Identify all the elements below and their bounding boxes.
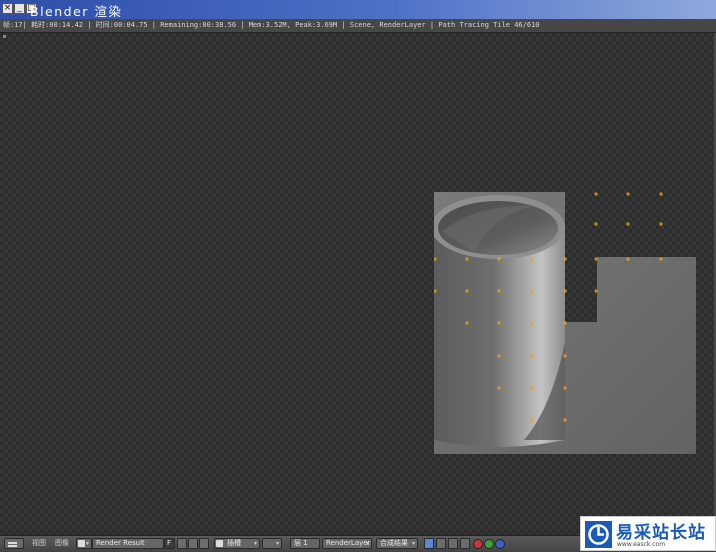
new-image-icon[interactable] (177, 538, 187, 549)
image-menu[interactable]: 图像 (55, 538, 69, 549)
render-layer-dropdown[interactable]: RenderLayer ▾ (322, 538, 372, 549)
view-menu[interactable]: 视图 (32, 538, 46, 549)
pass-dropdown[interactable]: 合成结果 ▾ (376, 538, 418, 549)
fake-user-toggle[interactable]: F (164, 538, 175, 549)
viewport-corner-mark (3, 35, 6, 38)
draw-alpha-icon[interactable] (448, 538, 458, 549)
pass-label: 合成结果 (380, 539, 408, 547)
window-close-icon[interactable]: × (2, 3, 13, 14)
window-title: Blender 渲染 (30, 4, 123, 19)
layer-field[interactable]: 层 1 (290, 538, 320, 549)
watermark-text: 易采站长站 (616, 523, 706, 543)
image-name-field[interactable]: Render Result (92, 538, 164, 549)
render-info-text: 帧:17| 耗时:00:14.42 | 时间:00:04.75 | Remain… (3, 21, 540, 29)
render-result-image (434, 192, 696, 454)
slot-dropdown[interactable]: 插槽 ▾ (214, 538, 260, 549)
watermark-url: www.easck.com (617, 541, 666, 548)
unlink-image-icon[interactable] (199, 538, 209, 549)
image-browse-icon[interactable]: ▾ (76, 538, 92, 549)
blender-render-window: × _ □ Blender 渲染 帧:17| 耗时:00:14.42 | 时间:… (0, 0, 716, 552)
window-minimize-icon[interactable]: _ (14, 3, 25, 14)
draw-z-icon[interactable] (460, 538, 470, 549)
render-info-bar: 帧:17| 耗时:00:14.42 | 时间:00:04.75 | Remain… (0, 19, 716, 33)
open-image-icon[interactable] (188, 538, 198, 549)
image-viewport[interactable] (0, 33, 716, 535)
render-blue-icon[interactable] (495, 539, 505, 549)
render-layer-label: RenderLayer (326, 539, 371, 547)
render-green-icon[interactable] (484, 539, 494, 549)
title-bar: × _ □ Blender 渲染 (0, 0, 716, 20)
editor-type-icon[interactable] (4, 538, 24, 549)
watermark: 易采站长站 www.easck.com (580, 516, 716, 551)
watermark-logo-icon (585, 521, 612, 548)
slot-label: 插槽 (227, 539, 241, 547)
display-channels-icon[interactable] (424, 538, 434, 549)
slot-icon[interactable]: ▾ (262, 538, 282, 549)
render-red-icon[interactable] (473, 539, 483, 549)
draw-rgb-icon[interactable] (436, 538, 446, 549)
